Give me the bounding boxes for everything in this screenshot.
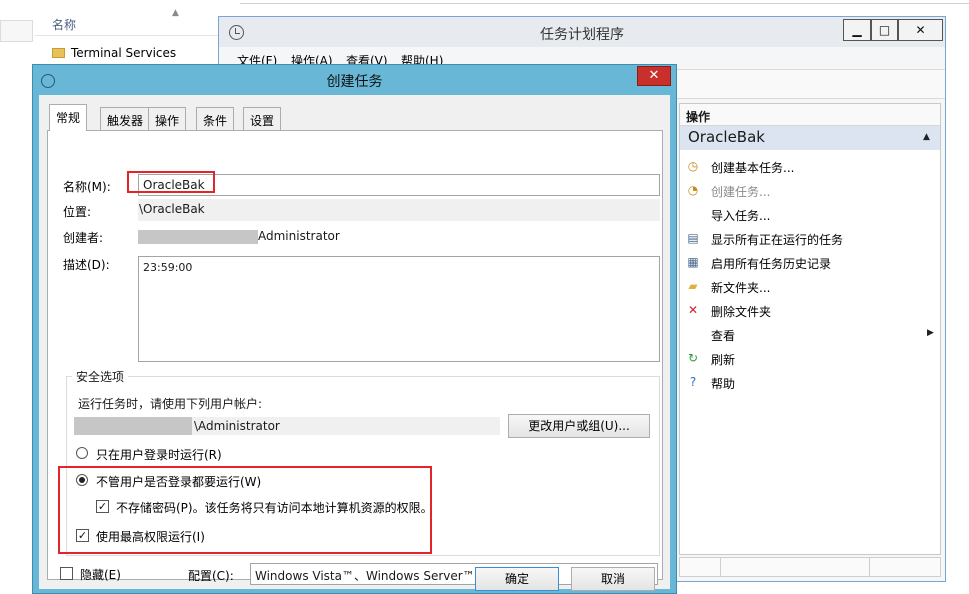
action-item-label: 显示所有正在运行的任务 xyxy=(711,233,844,247)
description-value: 23:59:00 xyxy=(143,261,193,274)
action-item-label: 导入任务... xyxy=(711,209,771,223)
sort-up-icon: ▲ xyxy=(172,8,179,18)
action-item[interactable]: ▰ 新文件夹... xyxy=(680,274,940,298)
config-selected-value: Windows Vista™、Windows Server™ 2008 xyxy=(255,569,510,583)
running-tasks-icon: ▤ xyxy=(687,231,699,245)
tab-conditions[interactable]: 条件 xyxy=(196,107,235,130)
security-options-legend: 安全选项 xyxy=(72,368,129,385)
submenu-arrow-icon: ▶ xyxy=(927,328,934,338)
column-header-name[interactable]: 名称 xyxy=(52,16,76,33)
delete-icon: ✕ xyxy=(687,303,699,317)
help-icon: ? xyxy=(689,375,697,389)
run-as-label: 运行任务时，请使用下列用户帐户: xyxy=(78,397,263,411)
tab-general[interactable]: 常规 xyxy=(49,104,88,131)
highlight-task-name xyxy=(127,171,215,193)
action-item-label: 刷新 xyxy=(711,353,736,367)
action-item-label: 查看 xyxy=(711,329,736,343)
location-value: \OracleBak xyxy=(139,202,205,216)
user-account-field: \Administrator xyxy=(192,417,500,435)
action-item[interactable]: ◷ 创建基本任务... xyxy=(680,154,940,178)
action-item[interactable]: ◔ 创建任务... xyxy=(680,178,940,202)
action-item[interactable]: ▦ 启用所有任务历史记录 xyxy=(680,250,940,274)
status-bar xyxy=(679,557,941,577)
action-item[interactable]: ✕ 删除文件夹 xyxy=(680,298,940,322)
name-label: 名称(M): xyxy=(63,180,111,194)
dialog-body: 常规 触发器 操作 条件 设置 名称(M): OracleBak 位置: \Or… xyxy=(39,95,670,591)
tab-settings[interactable]: 设置 xyxy=(243,107,282,130)
location-label: 位置: xyxy=(63,205,92,219)
action-item-label: 删除文件夹 xyxy=(711,305,772,319)
maximize-button[interactable]: □ xyxy=(871,19,898,41)
cancel-button[interactable]: 取消 xyxy=(571,567,655,591)
description-label: 描述(D): xyxy=(63,258,110,272)
refresh-icon: ↻ xyxy=(687,351,699,365)
dialog-close-button[interactable]: ✕ xyxy=(637,66,671,86)
basic-task-icon: ◷ xyxy=(687,159,699,173)
status-bar-cell xyxy=(720,558,870,576)
user-account-value: \Administrator xyxy=(194,419,280,433)
action-item-label: 新文件夹... xyxy=(711,281,771,295)
actions-pane: 操作 OracleBak ▲ ◷ 创建基本任务... ◔ 创建任务... 导入任务...… xyxy=(679,103,941,555)
checkbox-hidden[interactable] xyxy=(60,567,73,580)
author-label: 创建者: xyxy=(63,231,104,245)
radio-run-only-logged-on[interactable] xyxy=(76,447,88,459)
tab-triggers[interactable]: 触发器 xyxy=(100,107,151,130)
action-item[interactable]: ↻ 刷新 xyxy=(680,346,940,370)
action-item[interactable]: 查看 ▶ xyxy=(680,322,940,346)
location-field: \OracleBak xyxy=(138,199,660,221)
actions-group-title: OracleBak xyxy=(688,128,765,146)
minimize-button[interactable]: ▁ xyxy=(843,19,871,41)
folder-list-item[interactable]: Terminal Services xyxy=(52,46,176,60)
config-label: 配置(C): xyxy=(188,569,234,583)
actions-header-label: 操作 xyxy=(686,110,711,124)
redacted-user-prefix xyxy=(74,417,192,435)
action-item[interactable]: ? 帮助 xyxy=(680,370,940,394)
action-item-label: 启用所有任务历史记录 xyxy=(711,257,832,271)
task-scheduler-titlebar[interactable]: 任务计划程序 ▁ □ ✕ xyxy=(219,17,945,47)
radio-run-only-logged-on-label[interactable]: 只在用户登录时运行(R) xyxy=(96,446,222,463)
folder-name: Terminal Services xyxy=(71,46,177,60)
highlight-security-options xyxy=(58,466,432,554)
history-icon: ▦ xyxy=(687,255,699,269)
background-nav-pane xyxy=(0,20,33,42)
actions-pane-header: 操作 xyxy=(680,104,940,126)
actions-group-oraclebak[interactable]: OracleBak ▲ xyxy=(680,126,940,150)
create-task-icon: ◔ xyxy=(687,183,699,197)
change-user-button[interactable]: 更改用户或组(U)... xyxy=(508,414,650,438)
description-textarea[interactable]: 23:59:00 xyxy=(138,256,660,362)
action-item-label: 帮助 xyxy=(711,377,736,391)
window-title: 任务计划程序 xyxy=(540,27,624,43)
dialog-titlebar[interactable]: 创建任务 ✕ xyxy=(33,65,676,95)
action-item[interactable]: ▤ 显示所有正在运行的任务 xyxy=(680,226,940,250)
tab-actions[interactable]: 操作 xyxy=(148,107,187,130)
folder-icon xyxy=(52,48,65,58)
create-task-dialog: 创建任务 ✕ 常规 触发器 操作 条件 设置 名称(M): OracleBak … xyxy=(32,64,677,594)
task-name-input[interactable]: OracleBak xyxy=(138,174,660,196)
author-value: Administrator xyxy=(258,229,340,243)
checkbox-hidden-label[interactable]: 隐藏(E) xyxy=(80,566,121,583)
collapse-up-icon[interactable]: ▲ xyxy=(923,132,930,142)
background-divider xyxy=(240,3,969,4)
action-item-label: 创建任务... xyxy=(711,185,771,199)
redacted-author-prefix xyxy=(138,230,258,244)
action-item-label: 创建基本任务... xyxy=(711,161,795,175)
close-button[interactable]: ✕ xyxy=(898,19,943,41)
action-item[interactable]: 导入任务... xyxy=(680,202,940,226)
ok-button[interactable]: 确定 xyxy=(475,567,559,591)
new-folder-icon: ▰ xyxy=(688,279,698,293)
general-tab-panel: 名称(M): OracleBak 位置: \OracleBak 创建者: Adm… xyxy=(47,130,663,585)
dialog-title: 创建任务 xyxy=(326,74,383,90)
